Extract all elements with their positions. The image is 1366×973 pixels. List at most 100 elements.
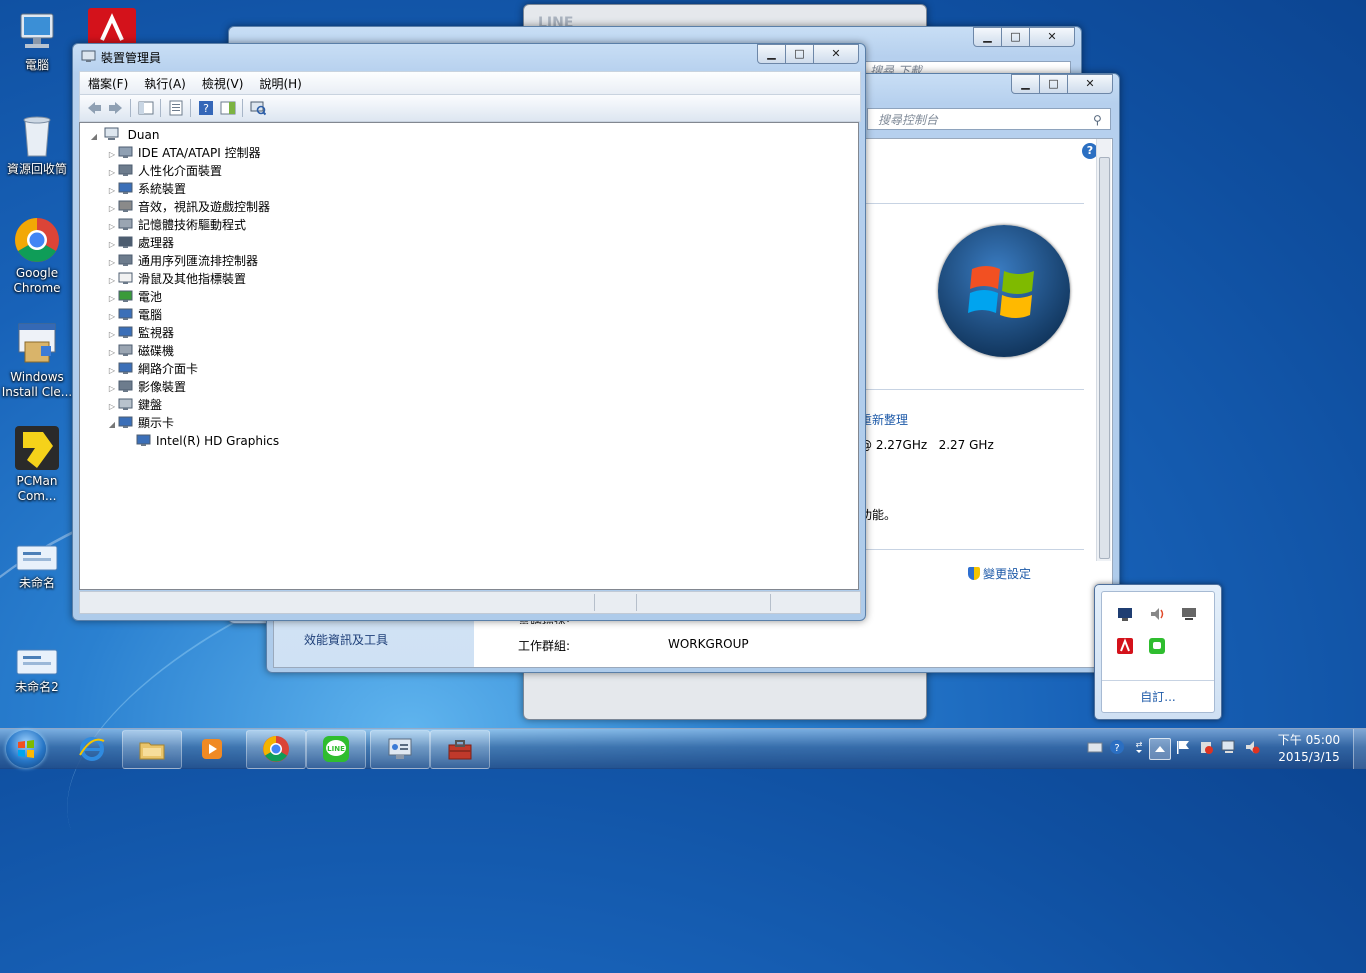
- workgroup-value: WORKGROUP: [668, 637, 749, 651]
- show-hide-console-tree-icon[interactable]: [138, 100, 154, 116]
- menu-help[interactable]: 說明(H): [251, 72, 309, 92]
- speaker-icon[interactable]: [1149, 606, 1165, 622]
- monitors-icon: [118, 325, 134, 339]
- reorganize-link[interactable]: 重新整理: [860, 411, 908, 428]
- taskbar-ie[interactable]: [62, 730, 122, 769]
- help-icon[interactable]: ?: [1109, 739, 1125, 755]
- minimize-button[interactable]: ▁: [973, 27, 1002, 47]
- tree-node-mice[interactable]: ▷ 滑鼠及其他指標裝置: [106, 270, 246, 288]
- scrollbar[interactable]: [1096, 139, 1111, 561]
- desktop-icon-pcman[interactable]: PCMan Com...: [0, 424, 74, 504]
- title-bar[interactable]: 裝置管理員 ▁ □ ✕: [73, 44, 865, 70]
- desktop-icon-windows-install-cleanup[interactable]: Windows Install Cle...: [0, 320, 74, 400]
- tree-node-memory-tech[interactable]: ▷ 記憶體技術驅動程式: [106, 216, 246, 234]
- keyboards-icon: [118, 397, 134, 411]
- desktop-icon-computer[interactable]: 電腦: [0, 8, 74, 73]
- search-control-panel-input[interactable]: 搜尋控制台: [867, 108, 1111, 130]
- close-button[interactable]: ✕: [813, 44, 859, 64]
- device-manager-window[interactable]: 裝置管理員 ▁ □ ✕ 檔案(F) 執行(A) 檢視(V) 說明(H) ? ◢ Dua…: [72, 43, 866, 621]
- show-hide-action-pane-icon[interactable]: [220, 100, 236, 116]
- disk-drives-icon: [118, 343, 134, 357]
- toolbar-separator: [130, 99, 131, 117]
- help-icon[interactable]: ?: [198, 100, 214, 116]
- tree-node-computer[interactable]: ▷ 電腦: [106, 306, 162, 324]
- tree-node-system-devices[interactable]: ▷ 系統裝置: [106, 180, 186, 198]
- change-settings-link[interactable]: 變更設定: [968, 565, 1031, 582]
- volume-muted-icon[interactable]: [1244, 739, 1260, 755]
- display-adapters-icon: [118, 415, 134, 429]
- tree-node-hid[interactable]: ▷ 人性化介面裝置: [106, 162, 222, 180]
- safely-remove-icon[interactable]: [1198, 739, 1214, 755]
- language-icon[interactable]: ⇄: [1131, 739, 1147, 755]
- desktop-icon-chrome[interactable]: Google Chrome: [0, 216, 74, 296]
- taskbar-line[interactable]: LINE: [306, 730, 366, 769]
- line-tray-icon[interactable]: [1149, 638, 1165, 654]
- tree-node-monitors[interactable]: ▷ 監視器: [106, 324, 174, 342]
- start-button[interactable]: [6, 730, 46, 768]
- menu-action[interactable]: 執行(A): [136, 72, 194, 92]
- sound-video-game-icon: [118, 199, 134, 213]
- flag-icon[interactable]: [1175, 739, 1191, 755]
- search-icon[interactable]: ⚲: [1093, 113, 1102, 127]
- display-icon[interactable]: [1181, 606, 1197, 622]
- avira-tray-icon[interactable]: [1117, 638, 1133, 654]
- divider: [866, 549, 1084, 550]
- svg-text:?: ?: [1114, 743, 1119, 754]
- system-clock[interactable]: 下午 05:00 2015/3/15: [1274, 732, 1344, 766]
- collapse-arrow-icon[interactable]: ◢: [106, 416, 118, 434]
- network-icon[interactable]: [1221, 739, 1237, 755]
- tree-node-batteries[interactable]: ▷ 電池: [106, 288, 162, 306]
- computer-icon: [118, 307, 134, 321]
- show-hidden-icons-button[interactable]: [1149, 738, 1171, 760]
- scan-hardware-icon[interactable]: [250, 100, 267, 116]
- maximize-button[interactable]: □: [1001, 27, 1030, 47]
- avira-icon[interactable]: [88, 8, 136, 48]
- collapse-arrow-icon[interactable]: ◢: [88, 128, 100, 146]
- tree-node-network-adapters[interactable]: ▷ 網路介面卡: [106, 360, 198, 378]
- tree-node-label: Intel(R) HD Graphics: [156, 434, 280, 448]
- tree-node-imaging-devices[interactable]: ▷ 影像裝置: [106, 378, 186, 396]
- taskbar-explorer[interactable]: [122, 730, 182, 769]
- customize-link[interactable]: 自訂...: [1102, 688, 1214, 705]
- tree-node-intel-hd-graphics[interactable]: Intel(R) HD Graphics: [136, 432, 279, 450]
- menu-view[interactable]: 檢視(V): [194, 72, 252, 92]
- maximize-button[interactable]: □: [785, 44, 814, 64]
- tree-node-keyboards[interactable]: ▷ 鍵盤: [106, 396, 162, 414]
- desktop-icon-unnamed[interactable]: 未命名: [0, 540, 74, 591]
- performance-info-link[interactable]: 效能資訊及工具: [304, 631, 388, 648]
- desktop-icon-unnamed2[interactable]: 未命名2: [0, 644, 74, 695]
- properties-icon[interactable]: [168, 100, 184, 116]
- imaging-devices-icon: [118, 379, 134, 393]
- taskbar-media-player[interactable]: [182, 730, 242, 769]
- svg-text:LINE: LINE: [327, 745, 345, 753]
- scrollbar-thumb[interactable]: [1099, 157, 1110, 559]
- tree-root[interactable]: ◢ Duan: [88, 126, 159, 144]
- network-monitor-icon[interactable]: [1117, 606, 1133, 622]
- close-button[interactable]: ✕: [1029, 27, 1075, 47]
- tree-node-usb-controllers[interactable]: ▷ 通用序列匯流排控制器: [106, 252, 258, 270]
- keyboard-icon[interactable]: [1087, 739, 1103, 755]
- close-button[interactable]: ✕: [1067, 74, 1113, 94]
- show-desktop-button[interactable]: [1353, 729, 1366, 769]
- minimize-button[interactable]: ▁: [757, 44, 786, 64]
- minimize-button[interactable]: ▁: [1011, 74, 1040, 94]
- tree-node-sound-video-game[interactable]: ▷ 音效，視訊及遊戲控制器: [106, 198, 270, 216]
- taskbar-chrome[interactable]: [246, 730, 306, 769]
- tree-node-processors[interactable]: ▷ 處理器: [106, 234, 174, 252]
- toolbar-separator: [160, 99, 161, 117]
- taskbar-control-panel[interactable]: [370, 730, 430, 769]
- tree-node-ide-controller[interactable]: ▷ IDE ATA/ATAPI 控制器: [106, 144, 261, 162]
- maximize-button[interactable]: □: [1039, 74, 1068, 94]
- tree-node-disk-drives[interactable]: ▷ 磁碟機: [106, 342, 174, 360]
- tree-node-label: 系統裝置: [138, 182, 187, 196]
- device-tree[interactable]: ◢ Duan ▷ IDE ATA/ATAPI 控制器 ▷ 人性化介面裝置 ▷ 系統裝置 ▷ 音…: [79, 122, 859, 590]
- menu-file[interactable]: 檔案(F): [80, 72, 136, 92]
- back-arrow-icon[interactable]: [86, 100, 102, 116]
- desktop-icon-recycle-bin[interactable]: 資源回收筒: [0, 112, 74, 177]
- menu-bar: 檔案(F) 執行(A) 檢視(V) 說明(H): [79, 71, 861, 94]
- forward-arrow-icon[interactable]: [108, 100, 124, 116]
- taskbar-device-manager[interactable]: [430, 730, 490, 769]
- tree-node-label: 電池: [138, 290, 163, 304]
- tree-node-display-adapters[interactable]: ◢ 顯示卡: [106, 414, 174, 432]
- chrome-icon: [13, 216, 61, 264]
